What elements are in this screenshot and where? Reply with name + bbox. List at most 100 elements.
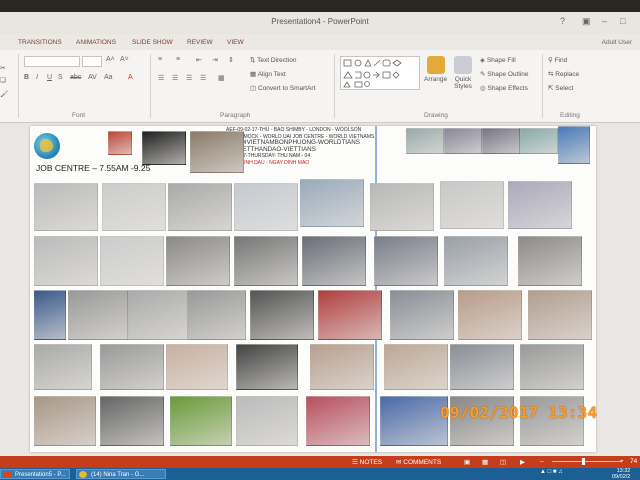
italic-button[interactable]: I — [36, 74, 38, 81]
zoom-slider-thumb[interactable] — [582, 458, 585, 465]
font-color-button[interactable]: A — [128, 74, 133, 81]
clipboard-format-icon[interactable]: 🖌 — [0, 90, 8, 98]
photo-thumbnail[interactable] — [166, 236, 230, 286]
shape-fill-button[interactable]: ◈ Shape Fill — [480, 56, 516, 64]
taskbar-item-powerpoint[interactable]: Presentation5 - P... — [0, 469, 70, 479]
bullets-icon[interactable]: ≡ — [158, 56, 162, 63]
photo-thumbnail[interactable] — [482, 128, 520, 154]
shrink-font-icon[interactable]: A˅ — [120, 56, 129, 63]
photo-thumbnail[interactable] — [518, 236, 582, 286]
photo-thumbnail[interactable] — [458, 290, 522, 340]
align-right-icon[interactable]: ☰ — [186, 74, 192, 82]
photo-thumbnail[interactable] — [142, 131, 186, 165]
photo-thumbnail[interactable] — [390, 290, 454, 340]
underline-button[interactable]: U — [47, 74, 52, 81]
font-size-box[interactable] — [82, 56, 102, 67]
photo-thumbnail[interactable] — [34, 236, 98, 286]
slideshow-view-icon[interactable]: ▶ — [520, 458, 525, 466]
zoom-out-icon[interactable]: – — [540, 458, 544, 465]
photo-thumbnail[interactable] — [34, 344, 92, 390]
photo-thumbnail[interactable] — [34, 290, 66, 340]
tab-animations[interactable]: ANIMATIONS — [76, 39, 116, 46]
user-account[interactable]: Adult User — [602, 39, 632, 46]
photo-thumbnail[interactable] — [168, 183, 232, 231]
photo-thumbnail[interactable] — [318, 290, 382, 340]
photo-thumbnail[interactable] — [444, 236, 508, 286]
restore-icon[interactable]: □ — [620, 16, 625, 26]
tray-icons[interactable]: ▲ □ ■ ♫ — [540, 469, 563, 475]
tab-transitions[interactable]: TRANSITIONS — [18, 39, 62, 46]
zoom-in-icon[interactable]: + — [620, 458, 624, 465]
photo-thumbnail[interactable] — [128, 290, 188, 340]
font-name-box[interactable] — [24, 56, 80, 67]
select-button[interactable]: ⇱ Select — [548, 84, 573, 92]
photo-thumbnail[interactable] — [234, 183, 298, 231]
align-left-icon[interactable]: ☰ — [158, 74, 164, 82]
photo-thumbnail[interactable] — [444, 128, 482, 154]
strikethrough-button[interactable]: abc — [70, 74, 81, 81]
tab-view[interactable]: VIEW — [227, 39, 244, 46]
decrease-indent-icon[interactable]: ⇤ — [196, 56, 202, 64]
photo-thumbnail[interactable] — [306, 396, 370, 446]
shape-effects-button[interactable]: ◎ Shape Effects — [480, 84, 528, 92]
slide-sorter-icon[interactable]: ▦ — [482, 458, 488, 466]
line-spacing-icon[interactable]: ⇕ — [228, 56, 234, 64]
notes-button[interactable]: ☰ NOTES — [352, 458, 382, 466]
zoom-slider[interactable] — [552, 461, 622, 462]
photo-thumbnail[interactable] — [100, 344, 164, 390]
photo-thumbnail[interactable] — [170, 396, 232, 446]
align-text-button[interactable]: ▦ Align Text — [250, 70, 286, 78]
photo-thumbnail[interactable] — [34, 396, 96, 446]
photo-thumbnail[interactable] — [234, 236, 298, 286]
tab-slide-show[interactable]: SLIDE SHOW — [132, 39, 173, 46]
photo-thumbnail[interactable] — [450, 344, 514, 390]
photo-thumbnail[interactable] — [310, 344, 374, 390]
align-center-icon[interactable]: ☰ — [172, 74, 178, 82]
photo-thumbnail[interactable] — [374, 236, 438, 286]
photo-thumbnail[interactable] — [520, 344, 584, 390]
photo-thumbnail[interactable] — [190, 131, 244, 173]
photo-thumbnail[interactable] — [166, 344, 228, 390]
normal-view-icon[interactable]: ▣ — [464, 458, 470, 466]
photo-thumbnail[interactable] — [406, 128, 444, 154]
columns-icon[interactable]: ▦ — [218, 74, 225, 82]
photo-thumbnail[interactable] — [236, 344, 298, 390]
bold-button[interactable]: B — [24, 74, 29, 81]
photo-thumbnail[interactable] — [68, 290, 128, 340]
photo-thumbnail[interactable] — [370, 183, 434, 231]
taskbar-item-chrome[interactable]: (14) Nina Tran - G... — [76, 469, 166, 479]
comments-button[interactable]: ✉ COMMENTS — [396, 458, 441, 466]
zoom-level[interactable]: 74 — [630, 458, 637, 465]
clipboard-cut-icon[interactable]: ✂ — [0, 64, 5, 72]
char-spacing-button[interactable]: AV — [88, 74, 97, 81]
tray-clock[interactable]: 13:32 09/02/2 — [612, 468, 630, 480]
find-button[interactable]: ⚲ Find — [548, 56, 567, 64]
tab-review[interactable]: REVIEW — [187, 39, 213, 46]
photo-thumbnail[interactable] — [302, 236, 366, 286]
photo-thumbnail[interactable] — [380, 396, 448, 446]
photo-thumbnail[interactable] — [440, 181, 504, 229]
shape-outline-button[interactable]: ✎ Shape Outline — [480, 70, 528, 78]
photo-thumbnail[interactable] — [100, 396, 164, 446]
photo-thumbnail[interactable] — [520, 128, 558, 154]
justify-icon[interactable]: ☰ — [200, 74, 206, 82]
photo-thumbnail[interactable] — [100, 236, 164, 286]
quick-styles-button[interactable]: Quick Styles — [452, 56, 474, 90]
ribbon-display-icon[interactable]: ▣ — [582, 16, 591, 27]
replace-button[interactable]: ⇆ Replace — [548, 70, 579, 78]
photo-thumbnail[interactable] — [384, 344, 448, 390]
increase-indent-icon[interactable]: ⇥ — [212, 56, 218, 64]
grow-font-icon[interactable]: A˄ — [106, 56, 115, 63]
numbering-icon[interactable]: ≡ — [176, 56, 180, 63]
text-direction-button[interactable]: ⇅ Text Direction — [250, 56, 297, 64]
arrange-button[interactable]: Arrange — [424, 56, 447, 83]
minimize-icon[interactable]: – — [602, 16, 607, 26]
photo-thumbnail[interactable] — [108, 131, 132, 155]
reading-view-icon[interactable]: ◫ — [500, 458, 506, 466]
photo-thumbnail[interactable] — [558, 126, 590, 164]
photo-thumbnail[interactable] — [508, 181, 572, 229]
photo-thumbnail[interactable] — [528, 290, 592, 340]
help-icon[interactable]: ? — [560, 16, 565, 26]
photo-thumbnail[interactable] — [102, 183, 166, 231]
photo-thumbnail[interactable] — [300, 179, 364, 227]
